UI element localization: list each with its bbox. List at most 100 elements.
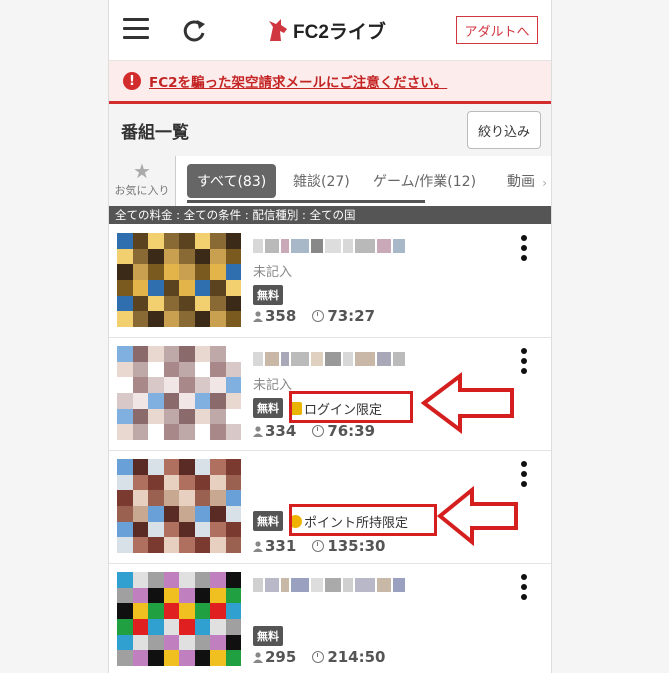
mosaic-cell [311,352,323,366]
tab-video[interactable]: 動画 [507,164,535,198]
mosaic-cell [179,280,195,296]
mosaic-cell [210,619,226,635]
mosaic-cell [210,650,226,666]
mosaic-cell [225,264,241,280]
program-thumbnail[interactable] [117,459,241,553]
mosaic-cell [225,311,241,327]
viewer-count: 295 [265,648,297,666]
program-thumbnail[interactable] [117,572,241,666]
mosaic-cell [253,239,263,253]
mosaic-cell [132,459,148,475]
mosaic-cell [194,490,210,506]
viewer-icon [253,310,263,322]
more-options-icon[interactable] [521,348,529,378]
favorites-tab[interactable]: ★ お気に入り [109,156,176,206]
mosaic-cell [377,239,391,253]
scam-notice-link[interactable]: FC2を騙った架空請求メールにご注意ください。 [149,71,447,91]
mosaic-cell [148,490,164,506]
mosaic-cell [163,506,179,522]
mosaic-cell [325,578,341,592]
mosaic-cell [132,264,148,280]
mosaic-cell [163,537,179,553]
mosaic-cell [179,346,195,362]
mosaic-cell [117,603,133,619]
price-badge: 無料 [253,285,283,305]
tab-chat[interactable]: 雑談(27) [293,164,350,198]
mosaic-cell [281,239,289,253]
mosaic-cell [163,474,179,491]
mosaic-cell [148,346,164,362]
mosaic-cell [117,346,133,362]
star-icon: ★ [133,159,151,183]
program-title[interactable] [253,352,433,366]
favorites-label: お気に入り [114,184,170,197]
more-options-icon[interactable] [521,461,529,491]
program-title[interactable] [253,578,433,592]
tab-all[interactable]: すべて(83) [187,164,277,198]
program-row[interactable]: 無料 295 214:50 [109,564,551,673]
mosaic-cell [225,393,241,409]
mosaic-cell [253,578,263,592]
mosaic-cell [163,233,179,249]
mosaic-cell [117,424,133,440]
mosaic-cell [325,239,341,253]
mosaic-cell [132,280,148,296]
mosaic-cell [194,264,210,280]
mosaic-cell [132,233,148,249]
more-options-icon[interactable] [521,235,529,265]
more-options-icon[interactable] [521,574,529,604]
viewer-icon [253,540,263,552]
program-thumbnail[interactable] [117,346,241,440]
mosaic-cell [225,474,241,491]
viewer-icon [253,425,263,437]
clock-icon [312,310,325,322]
price-badge: 無料 [253,511,283,531]
filter-button[interactable]: 絞り込み [467,111,541,149]
mosaic-cell [148,634,164,651]
price-badge: 無料 [253,398,283,418]
fc2-live-logo[interactable]: FC2ライブ [267,14,386,46]
program-title[interactable] [253,239,433,253]
mosaic-cell [194,280,210,296]
mosaic-cell [132,311,148,327]
scam-notice-banner: ! FC2を騙った架空請求メールにご注意ください。 [109,61,551,104]
top-bar: FC2ライブ アダルトへ [109,0,551,61]
mosaic-cell [225,537,241,553]
mosaic-cell [117,474,133,491]
mosaic-cell [343,578,353,592]
mosaic-cell [194,521,210,538]
mosaic-cell [117,506,133,522]
mosaic-cell [194,572,210,588]
mosaic-cell [148,521,164,538]
mosaic-cell [148,361,164,378]
chevron-right-icon[interactable]: › [542,176,547,190]
viewer-count: 358 [265,307,297,325]
mosaic-cell [355,239,375,253]
mosaic-cell [163,408,179,425]
mosaic-cell [210,572,226,588]
mosaic-cell [179,459,195,475]
mosaic-cell [210,603,226,619]
hamburger-menu-icon[interactable] [123,18,149,40]
mosaic-cell [210,634,226,651]
mosaic-cell [163,311,179,327]
mosaic-cell [163,361,179,378]
program-thumbnail[interactable] [117,233,241,327]
reload-icon[interactable] [179,16,209,46]
mosaic-cell [179,537,195,553]
mosaic-cell [132,377,148,393]
mosaic-cell [163,603,179,619]
mosaic-cell [194,587,210,604]
mosaic-cell [117,634,133,651]
mosaic-cell [117,459,133,475]
mosaic-cell [377,578,391,592]
program-list-header: 番組一覧 絞り込み [109,104,551,157]
mosaic-cell [179,474,195,491]
mosaic-cell [132,537,148,553]
tab-game-work[interactable]: ゲーム/作業(12) [373,164,476,198]
mosaic-cell [210,537,226,553]
program-row[interactable]: 未記入 無料 358 73:27 [109,225,551,338]
mosaic-cell [194,603,210,619]
adult-button[interactable]: アダルトへ [456,16,538,44]
mosaic-cell [132,650,148,666]
